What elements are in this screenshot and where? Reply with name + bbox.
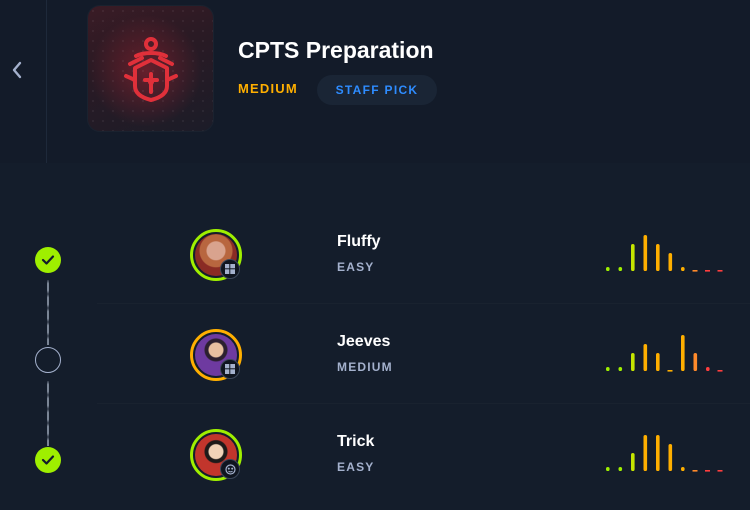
difficulty-bar bbox=[668, 444, 673, 471]
back-button[interactable] bbox=[5, 55, 29, 85]
difficulty-bar bbox=[717, 370, 723, 372]
difficulty-bar bbox=[643, 235, 648, 271]
header-divider bbox=[46, 0, 47, 163]
difficulty-rating-chart bbox=[606, 235, 723, 272]
difficulty-bar bbox=[643, 435, 648, 471]
machine-name[interactable]: Fluffy bbox=[337, 233, 381, 251]
difficulty-bar bbox=[681, 335, 685, 371]
difficulty-bar bbox=[706, 367, 710, 371]
incomplete-circle-icon bbox=[35, 347, 61, 373]
difficulty-bar bbox=[618, 367, 623, 371]
machine-avatar[interactable] bbox=[190, 229, 242, 281]
chevron-left-icon bbox=[12, 61, 22, 79]
machine-difficulty: EASY bbox=[337, 260, 375, 274]
difficulty-bar bbox=[692, 270, 698, 272]
difficulty-bar bbox=[606, 267, 610, 271]
machine-avatar[interactable] bbox=[190, 329, 242, 381]
page-title: CPTS Preparation bbox=[238, 37, 434, 63]
row-divider bbox=[97, 303, 750, 304]
machine-difficulty: EASY bbox=[337, 460, 375, 474]
track-cover-image bbox=[88, 6, 213, 131]
machine-row[interactable]: Jeeves MEDIUM bbox=[0, 310, 750, 410]
row-divider bbox=[97, 403, 750, 404]
machine-difficulty: MEDIUM bbox=[337, 360, 393, 374]
windows-icon bbox=[220, 359, 240, 379]
staff-pick-badge[interactable]: STAFF PICK bbox=[317, 75, 437, 105]
windows-icon bbox=[220, 259, 240, 279]
completed-check-icon bbox=[35, 247, 61, 273]
linux-icon bbox=[220, 459, 240, 479]
machine-name[interactable]: Jeeves bbox=[337, 333, 390, 351]
completed-check-icon bbox=[35, 447, 61, 473]
difficulty-bar bbox=[705, 270, 710, 272]
difficulty-bar bbox=[693, 353, 698, 371]
track-difficulty-label: MEDIUM bbox=[238, 81, 298, 96]
difficulty-bar bbox=[631, 353, 635, 371]
shield-key-logo-icon bbox=[124, 37, 178, 102]
difficulty-bar bbox=[656, 435, 660, 471]
difficulty-bar bbox=[681, 267, 685, 271]
difficulty-rating-chart bbox=[606, 435, 723, 472]
difficulty-bar bbox=[656, 244, 660, 271]
machine-row[interactable]: Fluffy EASY bbox=[0, 210, 750, 310]
difficulty-bar bbox=[618, 267, 623, 271]
difficulty-bar bbox=[668, 253, 673, 271]
difficulty-bar bbox=[631, 453, 635, 471]
machine-list: Fluffy EASY Jeeves MEDIUM Trick EASY bbox=[0, 163, 750, 493]
machine-avatar[interactable] bbox=[190, 429, 242, 481]
track-header: CPTS Preparation MEDIUM STAFF PICK bbox=[0, 0, 750, 163]
difficulty-bar bbox=[631, 244, 635, 271]
difficulty-bar bbox=[667, 370, 673, 372]
difficulty-bar bbox=[606, 367, 610, 371]
difficulty-bar bbox=[681, 467, 685, 471]
machine-name[interactable]: Trick bbox=[337, 433, 374, 451]
difficulty-bar bbox=[618, 467, 623, 471]
machine-row[interactable]: Trick EASY bbox=[0, 410, 750, 510]
difficulty-rating-chart bbox=[606, 335, 723, 372]
difficulty-bar bbox=[606, 467, 610, 471]
difficulty-bar bbox=[643, 344, 648, 371]
difficulty-bar bbox=[705, 470, 710, 472]
difficulty-bar bbox=[692, 470, 698, 472]
difficulty-bar bbox=[656, 353, 660, 371]
difficulty-bar bbox=[717, 270, 723, 272]
difficulty-bar bbox=[717, 470, 723, 472]
